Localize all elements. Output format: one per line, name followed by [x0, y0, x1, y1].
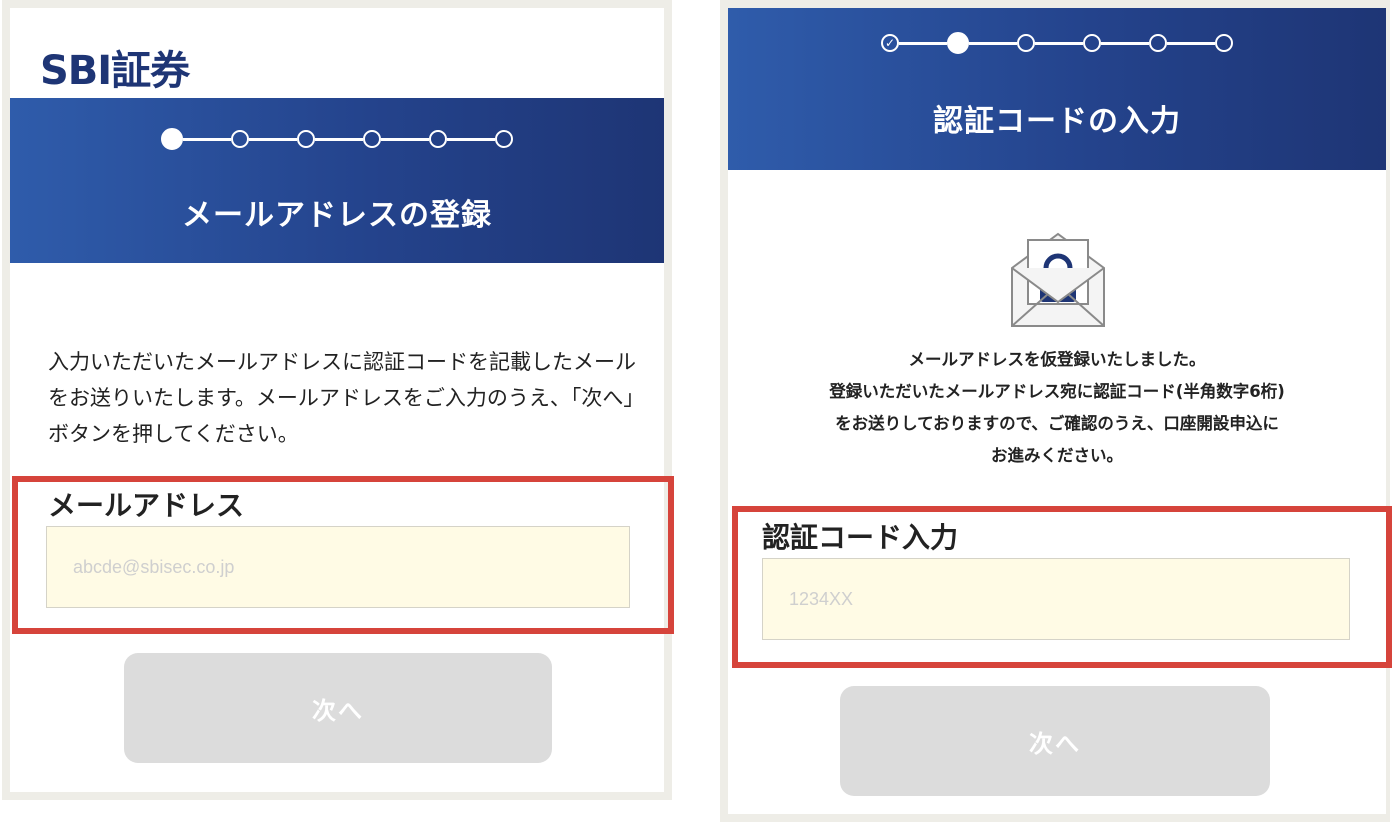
- email-registration-screen: SBI証券 メールアドレスの登録 入力いただいたメールアドレスに認証コードを記載…: [2, 0, 674, 800]
- next-button[interactable]: 次へ: [124, 653, 552, 763]
- lock-envelope-icon: [1011, 232, 1105, 327]
- step-pending-dot: [231, 130, 249, 148]
- stepper-connector: [1167, 41, 1215, 45]
- stepper-connector: [447, 137, 495, 141]
- step-pending-dot: [1017, 34, 1035, 52]
- step-pending-dot: [363, 130, 381, 148]
- step-pending-dot: [1083, 34, 1101, 52]
- email-field-label: メールアドレス: [48, 489, 245, 522]
- message-line: お進みください。: [991, 446, 1123, 465]
- sbi-logo: SBI証券: [40, 48, 190, 94]
- verification-code-input[interactable]: [762, 558, 1350, 640]
- email-input[interactable]: [46, 526, 630, 608]
- step-pending-dot: [1215, 34, 1233, 52]
- stepper-connector: [1035, 41, 1083, 45]
- step-current-dot: [947, 32, 969, 54]
- verification-code-screen: ✓ 認証コードの入力 メールアドレスを仮登録いたしました。 登録いただいたメール…: [720, 0, 1392, 822]
- instructions-text: 入力いただいたメールアドレスに認証コードを記載したメールをお送りいたします。メー…: [48, 350, 645, 446]
- step-pending-dot: [297, 130, 315, 148]
- stepper-connector: [315, 137, 363, 141]
- step-pending-dot: [1149, 34, 1167, 52]
- stepper-connector: [183, 137, 231, 141]
- page-title: メールアドレスの登録: [182, 198, 492, 233]
- header-band: ✓ 認証コードの入力: [728, 8, 1386, 170]
- message-line: をお送りしておりますので、ご確認のうえ、口座開設申込に: [835, 414, 1279, 433]
- step-pending-dot: [429, 130, 447, 148]
- stepper-connector: [381, 137, 429, 141]
- step-completed-icon: ✓: [881, 34, 899, 52]
- confirmation-message: メールアドレスを仮登録いたしました。 登録いただいたメールアドレス宛に認証コード…: [728, 344, 1386, 472]
- code-field-label: 認証コード入力: [762, 521, 959, 554]
- stepper-connector: [899, 41, 947, 45]
- progress-stepper: [10, 128, 664, 150]
- message-line: メールアドレスを仮登録いたしました。: [908, 350, 1206, 369]
- step-current-dot: [161, 128, 183, 150]
- stepper-connector: [1101, 41, 1149, 45]
- page-title: 認証コードの入力: [933, 104, 1181, 139]
- message-line: 登録いただいたメールアドレス宛に認証コード(半角数字6桁): [829, 382, 1285, 401]
- step-pending-dot: [495, 130, 513, 148]
- header-band: メールアドレスの登録: [10, 98, 664, 263]
- progress-stepper: ✓: [728, 32, 1386, 54]
- stepper-connector: [969, 41, 1017, 45]
- next-button[interactable]: 次へ: [840, 686, 1270, 796]
- stepper-connector: [249, 137, 297, 141]
